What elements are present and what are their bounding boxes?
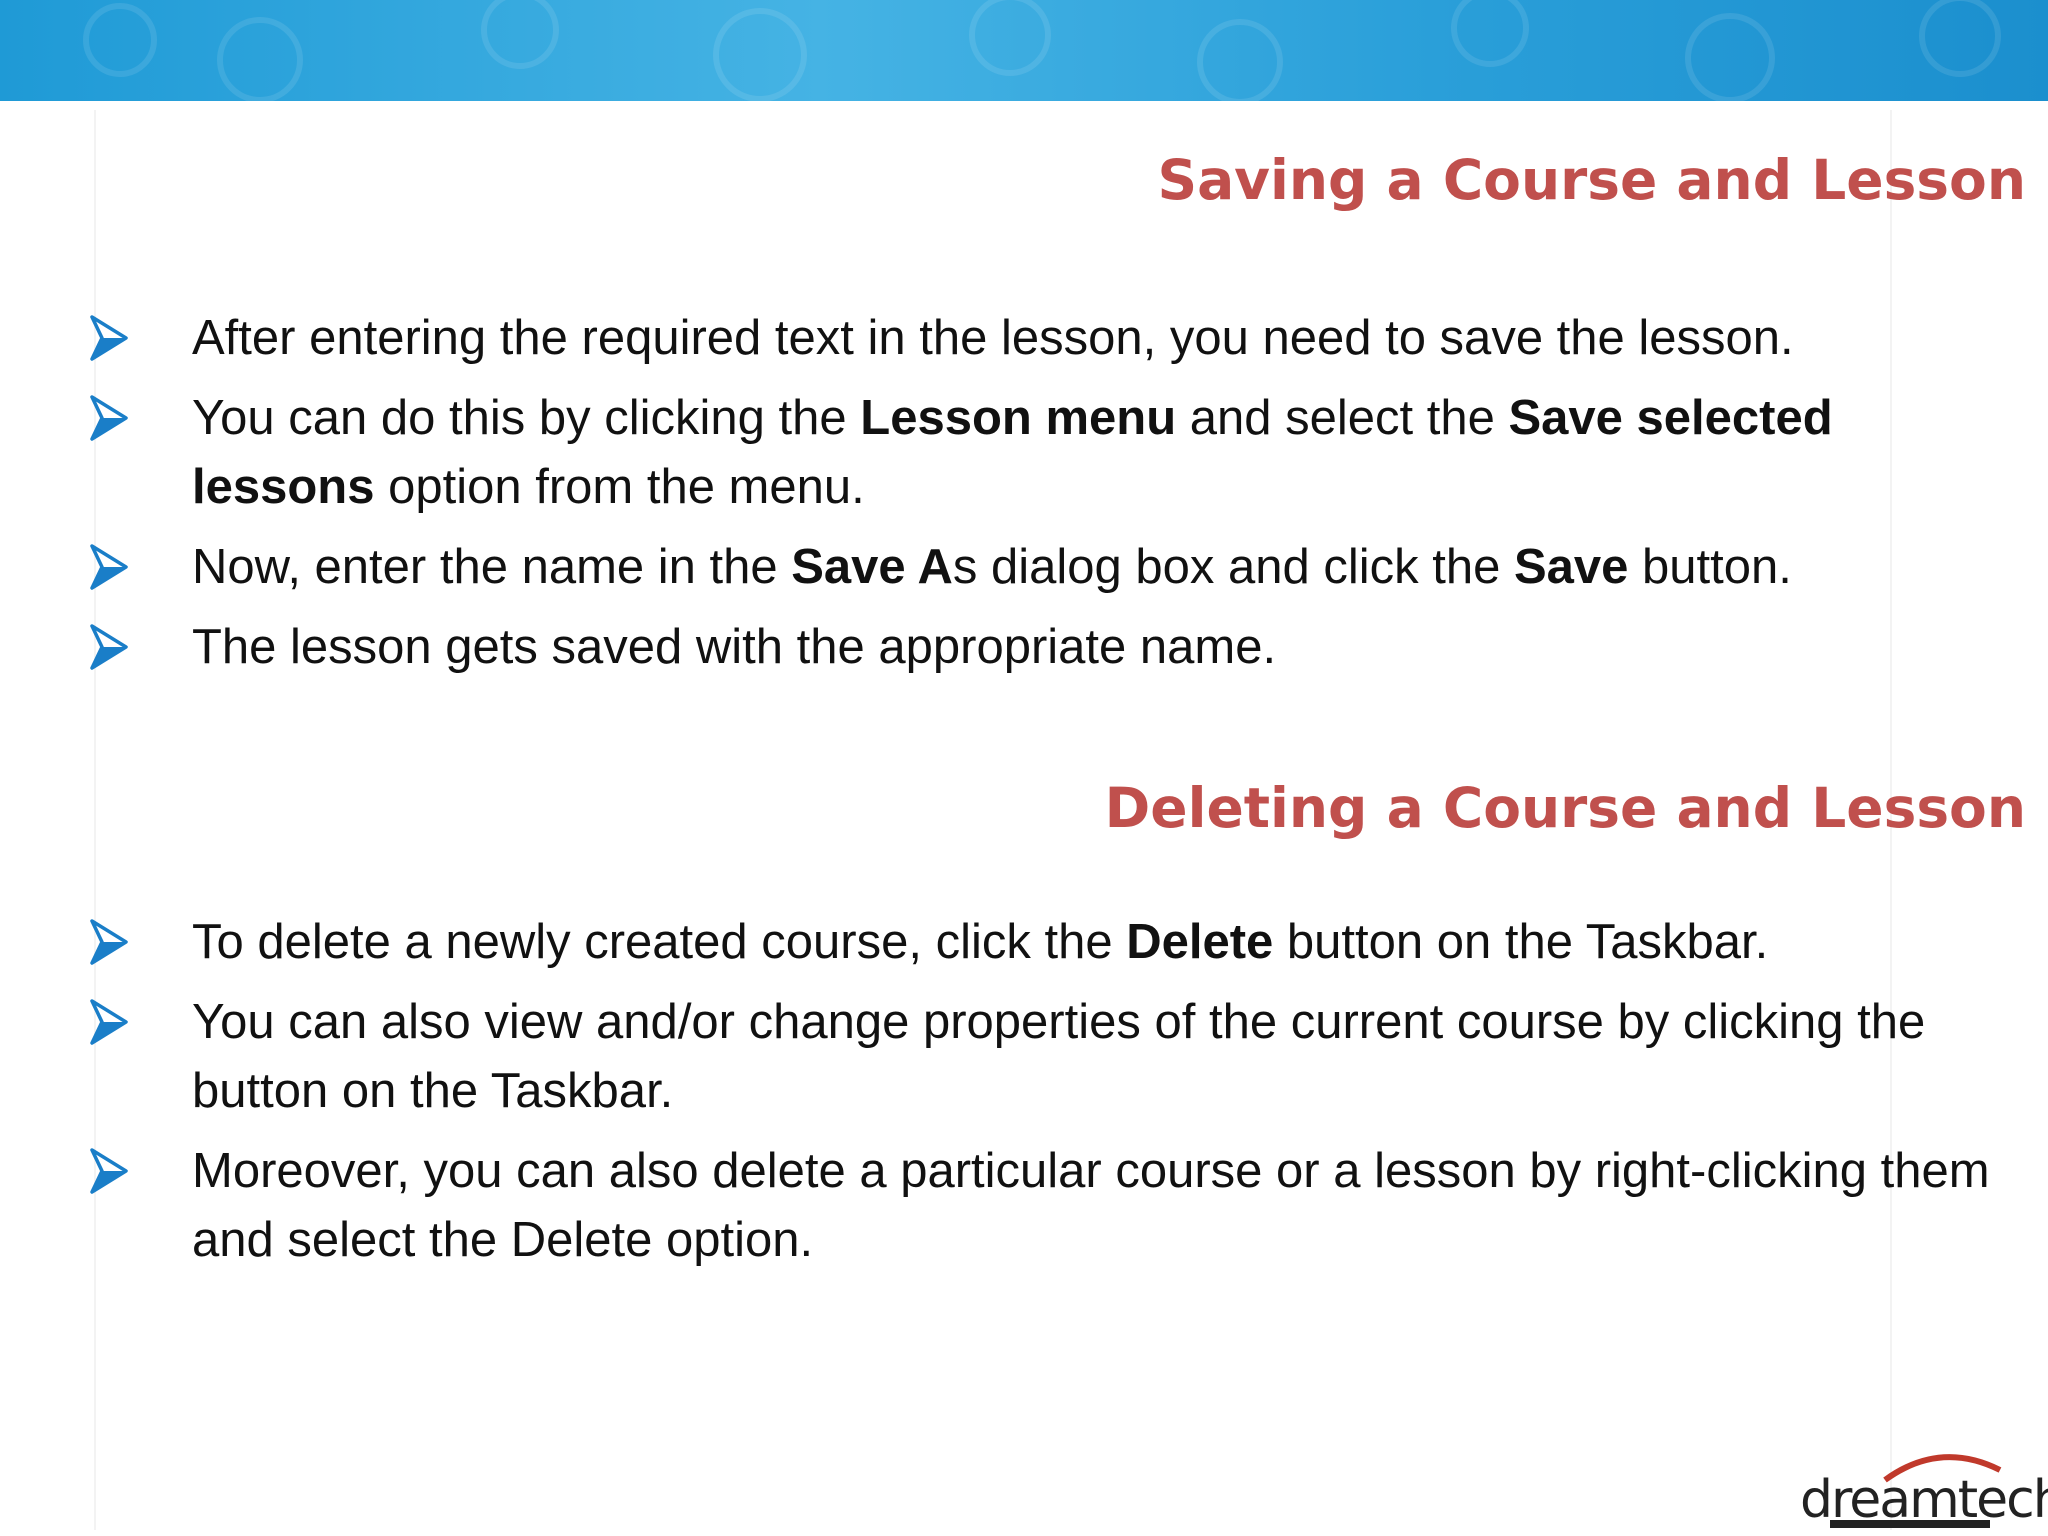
section-heading-saving: Saving a Course and Lesson <box>1157 148 2026 212</box>
text-segment: The lesson gets saved with the appropria… <box>192 620 1277 674</box>
section-heading-deleting: Deleting a Course and Lesson <box>1104 776 2026 840</box>
arrowhead-bullet-icon <box>90 624 128 670</box>
header-band <box>0 0 2048 101</box>
bullet-text: The lesson gets saved with the appropria… <box>192 620 1276 674</box>
bold-term: Save <box>1513 540 1629 594</box>
text-segment: Moreover, you can also delete a particul… <box>192 1144 1990 1267</box>
arrowhead-bullet-icon <box>90 919 128 965</box>
bullet-item: After entering the required text in the … <box>90 304 2010 373</box>
bullet-item: You can do this by clicking the Lesson m… <box>90 384 2010 522</box>
arrowhead-bullet-icon <box>90 395 128 441</box>
gear-pattern-decoration <box>83 0 2001 101</box>
text-segment: option from the menu. <box>374 460 865 514</box>
bold-term: Save A <box>791 540 953 594</box>
text-segment: Now, enter the name in the <box>192 540 792 594</box>
arrowhead-bullet-icon <box>90 1148 128 1194</box>
bullet-item: To delete a newly created course, click … <box>90 908 2010 977</box>
deleting-bullet-list: To delete a newly created course, click … <box>90 908 2010 1286</box>
bullet-text: Now, enter the name in the Save As dialo… <box>192 540 1792 594</box>
text-segment: s dialog box and click the <box>952 540 1514 594</box>
saving-bullet-list: After entering the required text in the … <box>90 304 2010 693</box>
bullet-text: You can also view and/or change properti… <box>192 995 1925 1118</box>
text-segment: and select the <box>1176 391 1509 445</box>
arrowhead-bullet-icon <box>90 544 128 590</box>
bullet-item: Now, enter the name in the Save As dialo… <box>90 533 2010 602</box>
logo-underline <box>1830 1520 1990 1528</box>
arrowhead-bullet-icon <box>90 315 128 361</box>
bold-term: Delete <box>1126 915 1274 969</box>
bullet-item: You can also view and/or change properti… <box>90 988 2010 1126</box>
text-segment: You can do this by clicking the <box>192 391 861 445</box>
text-segment: You can also view and/or change properti… <box>192 995 1926 1118</box>
arrowhead-bullet-icon <box>90 999 128 1045</box>
text-segment: button on the Taskbar. <box>1273 915 1769 969</box>
bullet-item: The lesson gets saved with the appropria… <box>90 613 2010 682</box>
bullet-text: To delete a newly created course, click … <box>192 915 1768 969</box>
bullet-text: Moreover, you can also delete a particul… <box>192 1144 1990 1267</box>
bullet-text: After entering the required text in the … <box>192 311 1794 365</box>
bullet-item: Moreover, you can also delete a particul… <box>90 1137 2010 1275</box>
dreamtech-logo: dreamtech <box>1790 1440 2048 1530</box>
bullet-text: You can do this by clicking the Lesson m… <box>192 391 1833 514</box>
text-segment: To delete a newly created course, click … <box>192 915 1127 969</box>
bold-term: Lesson menu <box>860 391 1177 445</box>
text-segment: button. <box>1628 540 1792 594</box>
text-segment: After entering the required text in the … <box>192 311 1794 365</box>
